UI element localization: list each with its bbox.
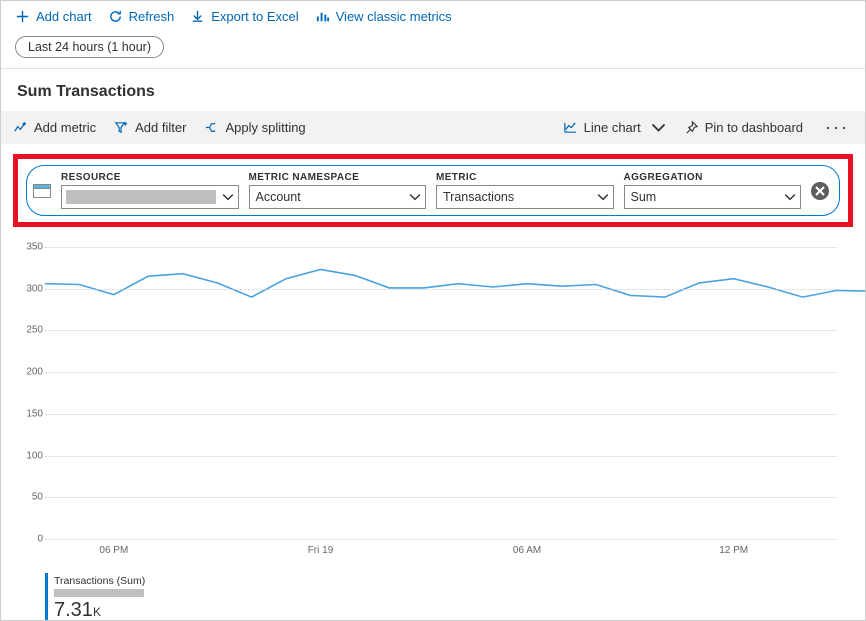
aggregation-dropdown[interactable]: Sum [624,185,802,209]
x-tick-label: 12 PM [719,545,748,556]
y-tick-label: 100 [19,450,43,461]
close-icon [815,186,825,196]
apply-splitting-button[interactable]: Apply splitting [204,120,305,135]
aggregation-value: Sum [631,190,657,204]
namespace-label: METRIC NAMESPACE [249,172,427,183]
add-metric-label: Add metric [34,120,96,135]
metric-value: Transactions [443,190,514,204]
classic-metrics-button[interactable]: View classic metrics [315,9,452,24]
metric-label: METRIC [436,172,614,183]
resource-dropdown[interactable] [61,185,239,209]
grid-line [45,414,837,415]
chevron-down-icon [784,191,796,203]
timerange-pill[interactable]: Last 24 hours (1 hour) [15,36,164,58]
chart-type-dropdown[interactable]: Line chart [563,120,666,135]
aggregation-label: AGGREGATION [624,172,802,183]
chevron-down-icon [409,191,421,203]
pin-label: Pin to dashboard [705,120,803,135]
y-tick-label: 250 [19,325,43,336]
metric-toolbar: Add metric Add filter Apply splitting Li… [1,111,865,144]
more-button[interactable]: ··· [821,117,853,138]
y-tick-label: 150 [19,408,43,419]
chart-type-label: Line chart [584,120,641,135]
plus-icon [15,9,30,24]
export-button[interactable]: Export to Excel [190,9,298,24]
y-tick-label: 0 [19,534,43,545]
resource-label: RESOURCE [61,172,239,183]
grid-line [45,539,837,540]
add-chart-label: Add chart [36,9,92,24]
chart-series [45,247,837,539]
line-chart-icon [563,120,578,135]
grid-line [45,330,837,331]
top-toolbar: Add chart Refresh Export to Excel View c… [1,1,865,32]
add-filter-button[interactable]: Add filter [114,120,186,135]
refresh-button[interactable]: Refresh [108,9,175,24]
timerange-row: Last 24 hours (1 hour) [1,32,865,68]
y-tick-label: 50 [19,492,43,503]
summary-card: Transactions (Sum) 7.31K [45,573,153,621]
metric-dropdown[interactable]: Transactions [436,185,614,209]
timerange-label: Last 24 hours (1 hour) [28,40,151,54]
add-metric-button[interactable]: Add metric [13,120,96,135]
metric-selectors-highlight: RESOURCE METRIC NAMESPACE Account METRIC… [13,154,853,227]
download-icon [190,9,205,24]
add-chart-button[interactable]: Add chart [15,9,92,24]
x-tick-label: Fri 19 [308,545,334,556]
chevron-down-icon [597,191,609,203]
x-tick-label: 06 PM [99,545,128,556]
chevron-down-icon [651,120,666,135]
grid-line [45,247,837,248]
add-filter-label: Add filter [135,120,186,135]
summary-label: Transactions (Sum) [54,575,145,587]
line-plus-icon [13,120,28,135]
namespace-dropdown[interactable]: Account [249,185,427,209]
split-icon [204,120,219,135]
x-tick-label: 06 AM [513,545,541,556]
namespace-value: Account [256,190,301,204]
bar-chart-icon [315,9,330,24]
grid-line [45,456,837,457]
refresh-label: Refresh [129,9,175,24]
grid-line [45,497,837,498]
chart-area: 050100150200250300350 06 PMFri 1906 AM12… [19,247,847,567]
export-label: Export to Excel [211,9,298,24]
filter-icon [114,120,129,135]
metric-selectors: RESOURCE METRIC NAMESPACE Account METRIC… [26,165,840,216]
chevron-down-icon [222,191,234,203]
pin-button[interactable]: Pin to dashboard [684,120,803,135]
storage-icon [33,184,51,198]
summary-redacted-bar [54,589,144,597]
classic-metrics-label: View classic metrics [336,9,452,24]
grid-line [45,289,837,290]
chart-title: Sum Transactions [1,69,865,111]
y-tick-label: 200 [19,367,43,378]
grid-line [45,372,837,373]
summary-value: 7.31K [54,599,145,621]
pin-icon [684,120,699,135]
refresh-icon [108,9,123,24]
y-tick-label: 350 [19,242,43,253]
y-tick-label: 300 [19,283,43,294]
remove-metric-button[interactable] [811,182,829,200]
apply-splitting-label: Apply splitting [225,120,305,135]
